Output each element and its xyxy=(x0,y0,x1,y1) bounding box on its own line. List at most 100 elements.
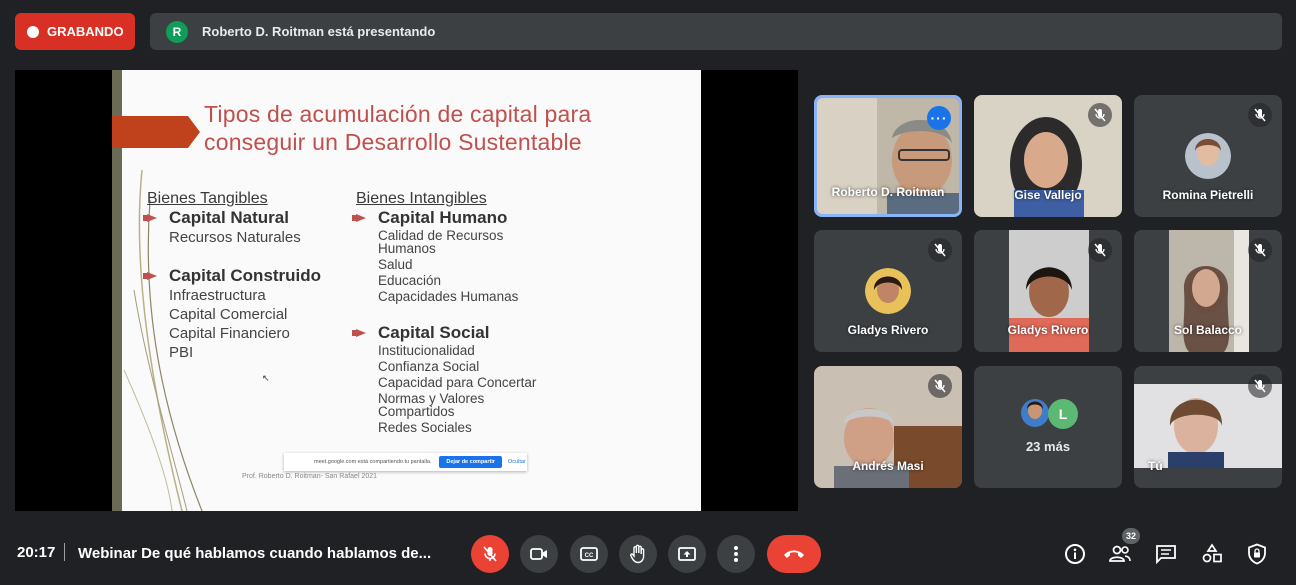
shared-screen[interactable]: Tipos de acumulación de capital para con… xyxy=(15,70,798,511)
recording-label: GRABANDO xyxy=(47,24,124,39)
extra-participant-avatar: L xyxy=(1048,399,1078,429)
participant-name: Sol Balacco xyxy=(1173,323,1243,337)
participant-name: Gise Vallejo xyxy=(1014,188,1082,202)
item-title: Capital Natural xyxy=(169,208,289,227)
mic-muted-icon xyxy=(1248,374,1272,398)
item-sub: Capacidades Humanas xyxy=(378,289,519,304)
leave-call-button[interactable] xyxy=(767,535,821,573)
bullet-arrow-icon xyxy=(143,272,157,280)
host-controls-button[interactable] xyxy=(1245,542,1269,566)
record-dot-icon xyxy=(27,25,39,38)
list-item: Capital Social Institucionalidad Confian… xyxy=(352,323,537,436)
hand-icon xyxy=(630,544,645,564)
participant-name: Romina Pietrelli xyxy=(1162,188,1254,202)
bullet-arrow-icon xyxy=(143,214,157,222)
item-sub: Capital Comercial xyxy=(169,306,288,323)
item-sub: PBI xyxy=(169,344,194,361)
mic-muted-icon xyxy=(928,238,952,262)
participant-name: Roberto D. Roitman xyxy=(831,185,945,199)
present-screen-button[interactable] xyxy=(668,535,706,573)
people-icon xyxy=(1109,545,1131,562)
intangible-column: Bienes Intangibles Capital Humano Calida… xyxy=(352,190,537,436)
stop-sharing-button[interactable]: Dejar de compartir xyxy=(439,456,503,468)
participant-tile[interactable]: Romina Pietrelli xyxy=(1134,95,1282,217)
camera-toggle-button[interactable] xyxy=(520,535,558,573)
item-sub: Institucionalidad xyxy=(378,343,475,358)
list-item: Capital Construido Infraestructura Capit… xyxy=(143,266,322,362)
participant-name: Tú xyxy=(1148,459,1163,473)
participant-tile[interactable]: Andrés Masi xyxy=(814,366,962,488)
slide-title-line-1: Tipos de acumulación de capital para xyxy=(204,101,592,127)
share-text: meet.google.com está compartiendo tu pan… xyxy=(314,459,432,465)
participant-tile[interactable]: Gladys Rivero xyxy=(974,230,1122,352)
participants-button[interactable] xyxy=(1108,542,1132,566)
participant-avatar xyxy=(865,268,911,314)
chat-icon xyxy=(1156,545,1176,564)
list-item: Capital Humano Calidad de Recursos Human… xyxy=(352,208,536,305)
item-title: Capital Construido xyxy=(169,266,322,285)
item-sub: Redes Sociales xyxy=(378,420,472,435)
share-notification: meet.google.com está compartiendo tu pan… xyxy=(284,453,527,471)
slide-credit: Prof. Roberto D. Roitman- San Rafael 202… xyxy=(242,473,378,480)
svg-text:CC: CC xyxy=(585,553,594,559)
mic-muted-icon xyxy=(1088,103,1112,127)
intangible-heading: Bienes Intangibles xyxy=(356,190,487,207)
hang-up-icon xyxy=(784,550,804,558)
more-participants-label: 23 más xyxy=(1025,439,1071,454)
captions-icon: CC xyxy=(580,547,598,561)
meeting-title: Webinar De qué hablamos cuando hablamos … xyxy=(78,545,432,562)
more-vert-icon xyxy=(734,546,738,562)
tangible-heading: Bienes Tangibles xyxy=(147,190,268,207)
item-sub: Capital Financiero xyxy=(169,325,290,342)
item-sub: Salud xyxy=(378,257,413,272)
bullet-arrow-icon xyxy=(352,329,366,337)
activities-button[interactable] xyxy=(1200,542,1224,566)
item-sub: Educación xyxy=(378,273,442,288)
participant-name: Gladys Rivero xyxy=(847,323,929,337)
raise-hand-button[interactable] xyxy=(619,535,657,573)
captions-button[interactable]: CC xyxy=(570,535,608,573)
shield-lock-icon xyxy=(1248,543,1266,565)
divider xyxy=(64,543,65,561)
list-item: Capital Natural Recursos Naturales xyxy=(143,208,321,247)
tangible-column: Bienes Tangibles Capital Natural Recurso… xyxy=(143,190,322,362)
item-sub: Infraestructura xyxy=(169,287,266,304)
mic-muted-icon xyxy=(1088,238,1112,262)
participant-tile[interactable]: ··· Roberto D. Roitman xyxy=(814,95,962,217)
mic-muted-icon xyxy=(1248,103,1272,127)
participants-count-badge: 32 xyxy=(1122,528,1140,544)
participant-avatar xyxy=(1185,133,1231,179)
participant-tile[interactable]: Gladys Rivero xyxy=(814,230,962,352)
present-icon xyxy=(678,547,696,561)
presenter-avatar: R xyxy=(166,20,188,43)
participant-tile[interactable]: Gise Vallejo xyxy=(974,95,1122,217)
hide-button[interactable]: Ocultar xyxy=(508,459,526,465)
mic-muted-icon xyxy=(928,374,952,398)
shapes-icon xyxy=(1202,543,1222,563)
mic-muted-icon xyxy=(1248,238,1272,262)
meeting-info-button[interactable] xyxy=(1063,542,1087,566)
more-options-button[interactable] xyxy=(717,535,755,573)
slide-title: Tipos de acumulación de capital para con… xyxy=(204,100,684,156)
camera-icon xyxy=(530,548,547,560)
info-icon xyxy=(1065,544,1085,564)
participant-name: Gladys Rivero xyxy=(1007,323,1089,337)
chat-button[interactable] xyxy=(1154,542,1178,566)
participant-tile-self[interactable]: Tú xyxy=(1134,366,1282,488)
presenter-banner: R Roberto D. Roitman está presentando xyxy=(150,13,1282,50)
more-options-icon[interactable]: ··· xyxy=(927,106,951,130)
mic-toggle-button[interactable] xyxy=(471,535,509,573)
participant-tile[interactable]: Sol Balacco xyxy=(1134,230,1282,352)
mic-off-icon xyxy=(483,546,497,562)
presentation-slide: Tipos de acumulación de capital para con… xyxy=(112,70,701,511)
participant-name: Andrés Masi xyxy=(852,459,924,473)
more-participants-tile[interactable]: L 23 más xyxy=(974,366,1122,488)
mouse-cursor-icon: ↖ xyxy=(262,373,270,383)
clock-time: 20:17 xyxy=(17,544,56,561)
bullet-arrow-icon xyxy=(352,214,366,222)
item-sub: Recursos Naturales xyxy=(169,229,301,246)
slide-title-line-2: conseguir un Desarrollo Sustentable xyxy=(204,129,582,155)
item-title: Capital Social xyxy=(378,323,490,342)
recording-indicator[interactable]: GRABANDO xyxy=(15,13,135,50)
item-sub: Capacidad para Concertar xyxy=(378,375,537,390)
